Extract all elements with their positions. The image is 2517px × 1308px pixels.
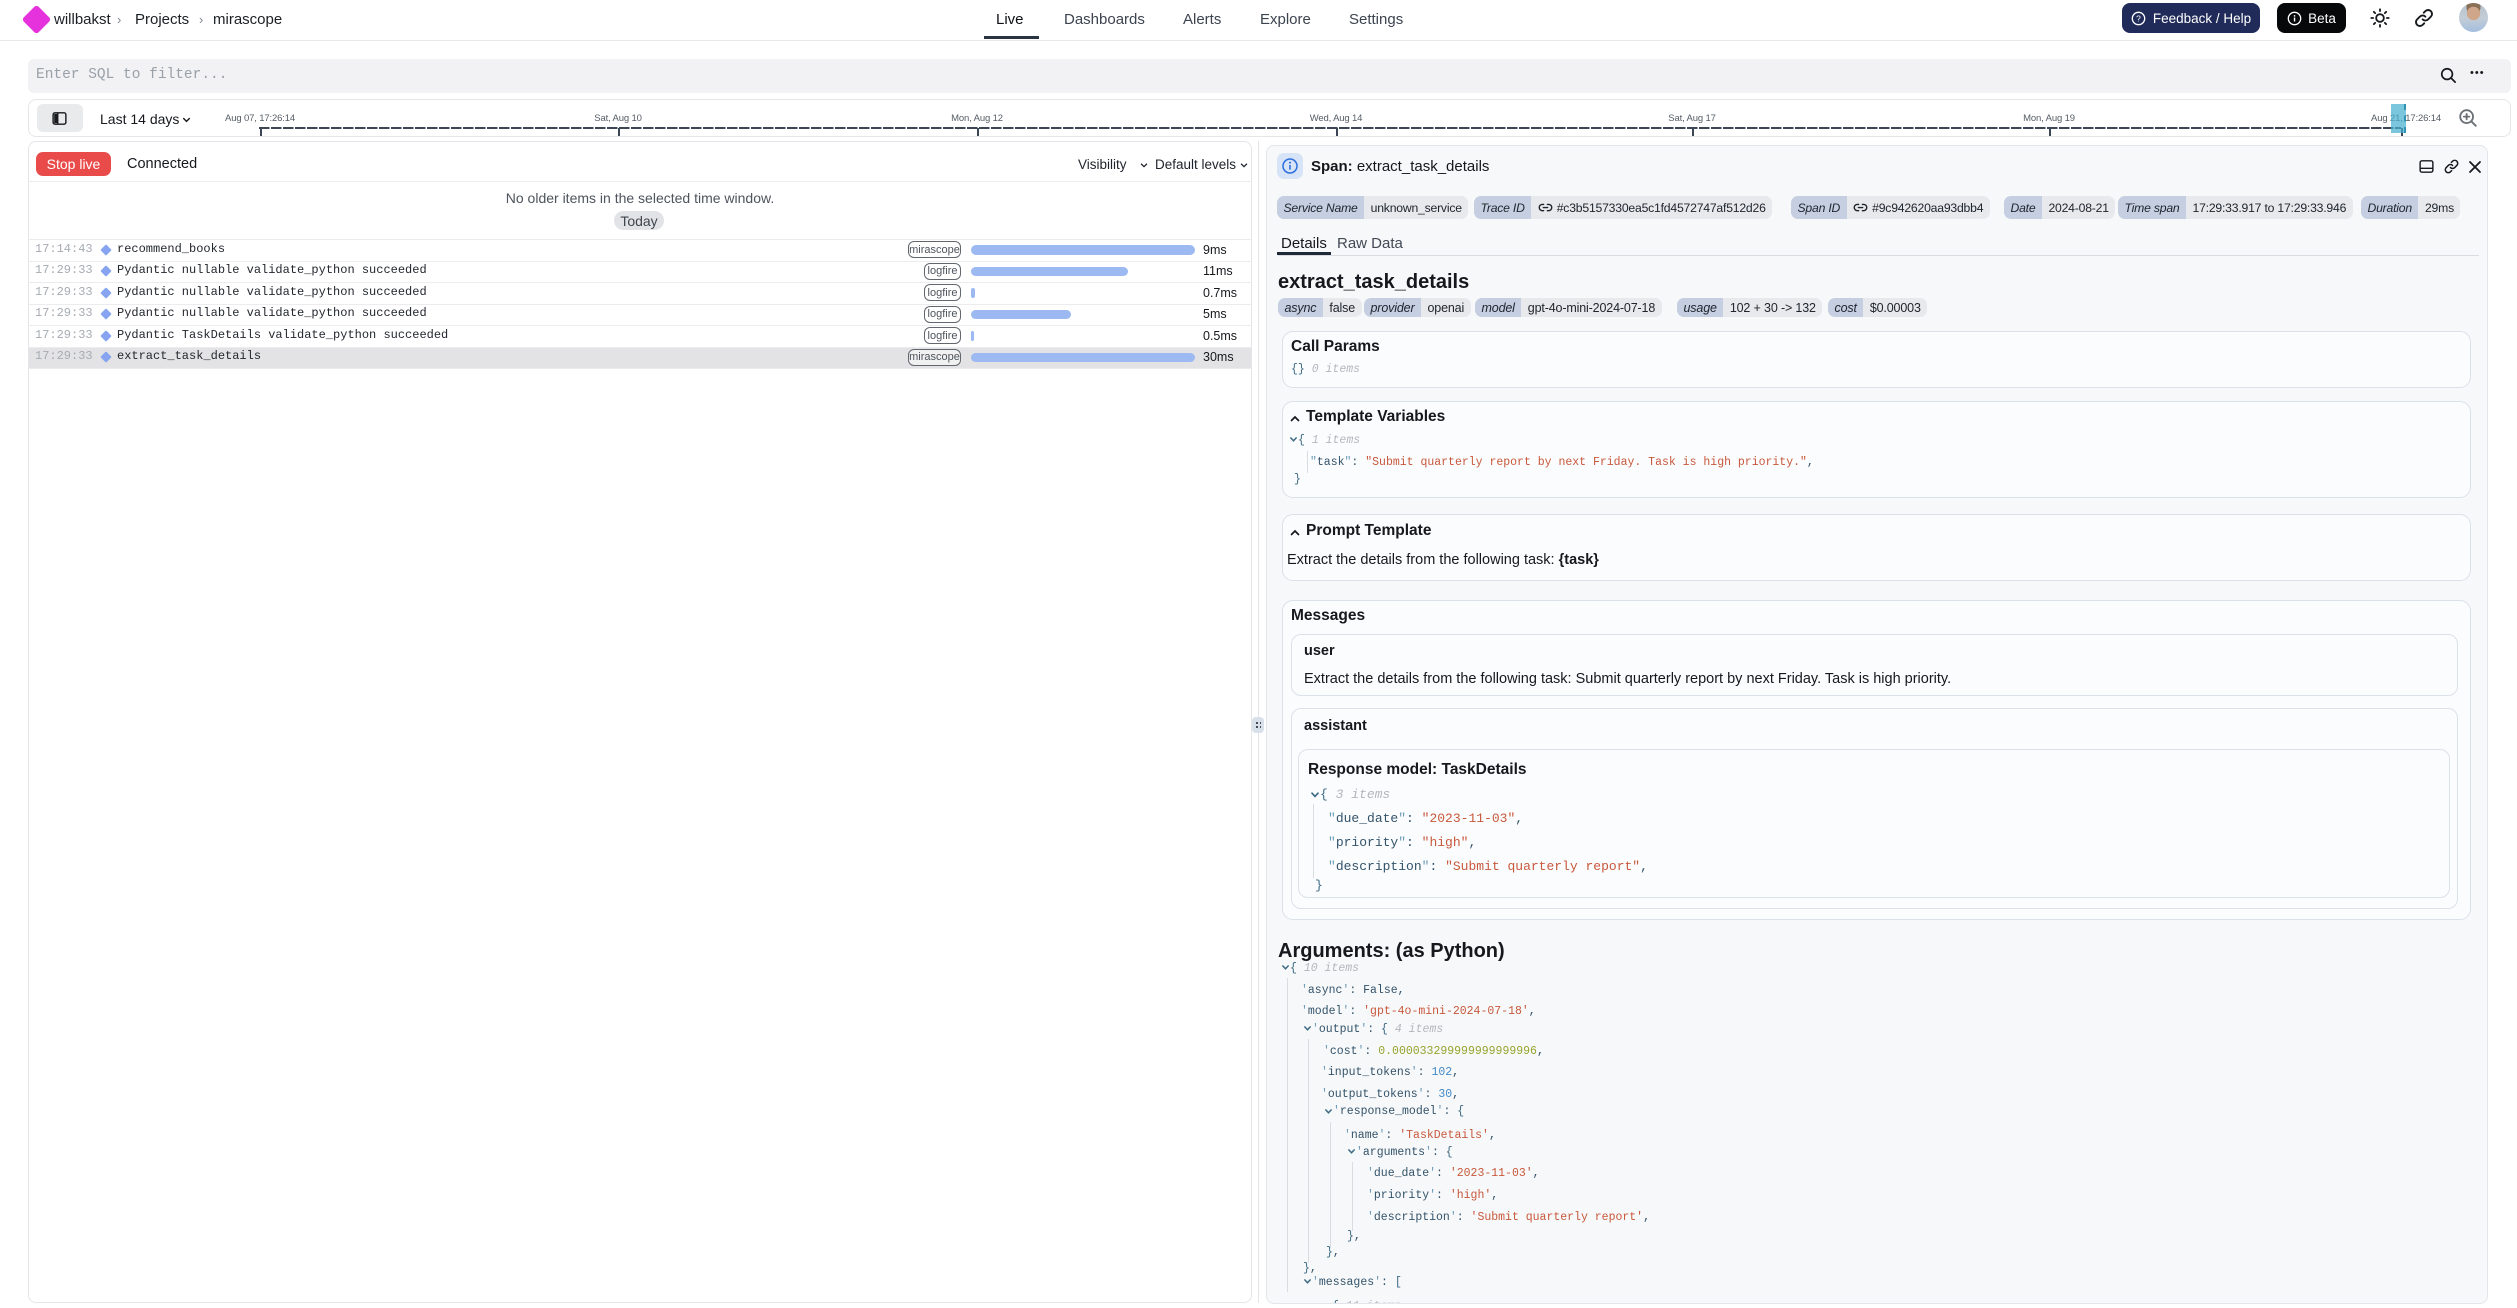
svg-text:?: ? — [2136, 13, 2141, 23]
